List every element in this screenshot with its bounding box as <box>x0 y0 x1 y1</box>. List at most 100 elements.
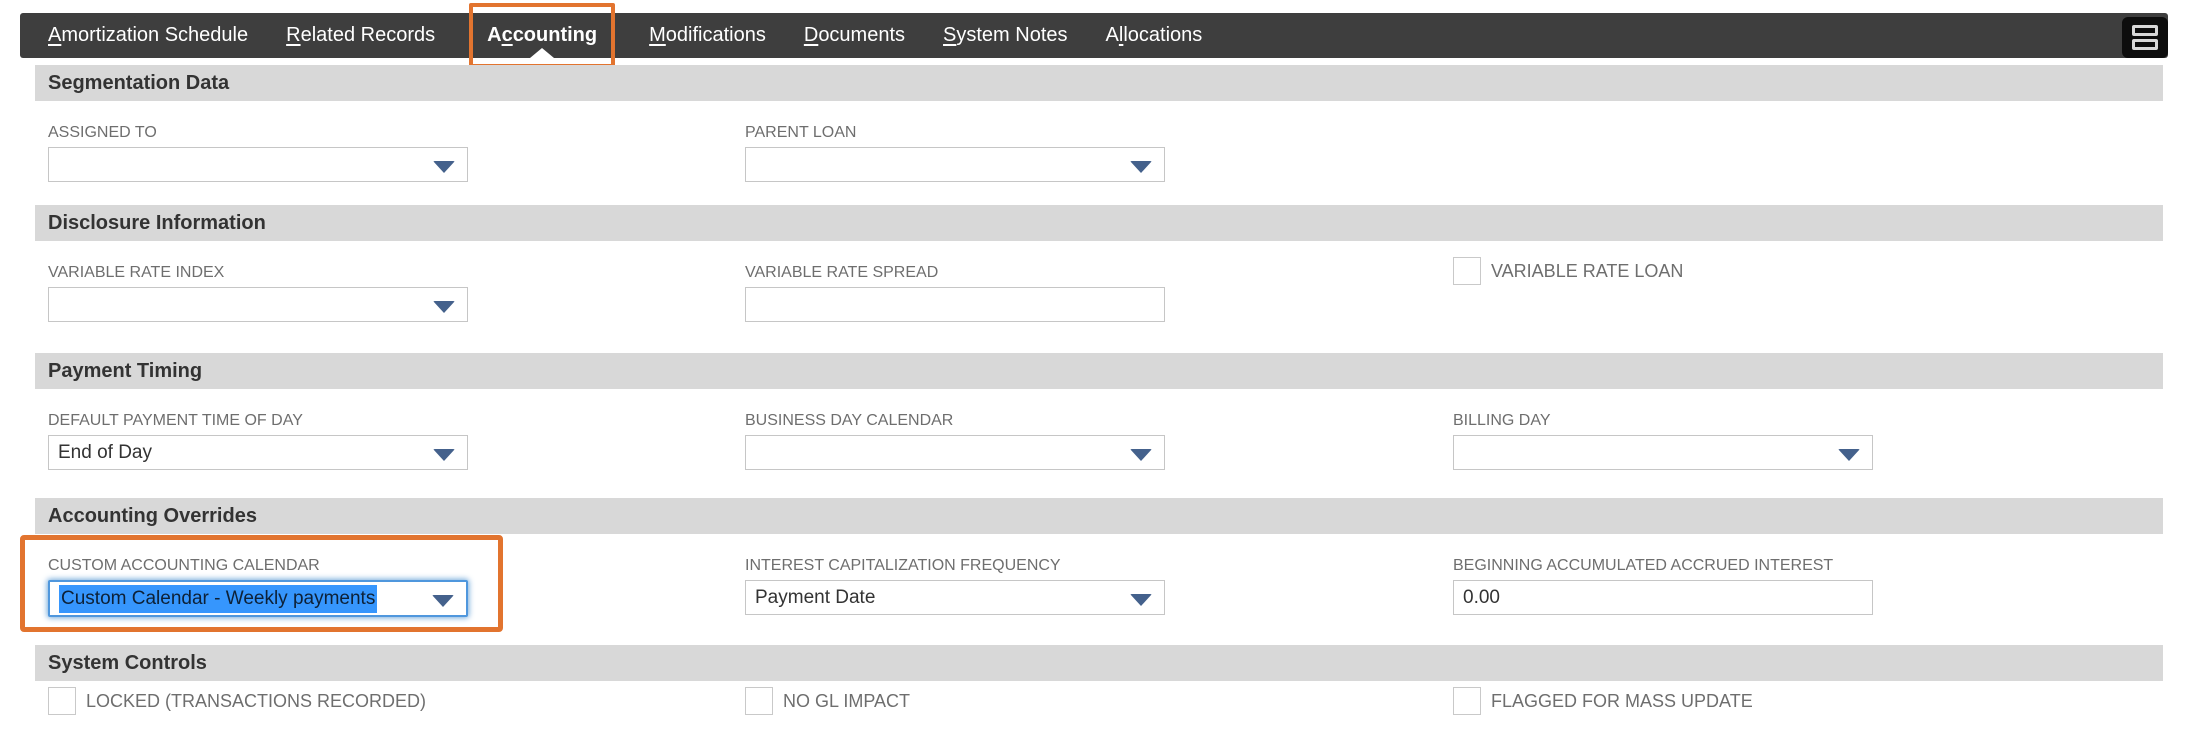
field-beginning-accumulated-accrued-interest: BEGINNING ACCUMULATED ACCRUED INTEREST <box>1453 556 1873 615</box>
custom-accounting-calendar-label: CUSTOM ACCOUNTING CALENDAR <box>48 557 320 574</box>
flagged-for-mass-update-label: FLAGGED FOR MASS UPDATE <box>1491 690 1753 711</box>
section-header-system-controls: System Controls <box>35 645 2163 681</box>
tab-label-part: odifications <box>665 24 766 46</box>
tab-accesskey: R <box>286 24 301 46</box>
section-disclosure-information: Disclosure Information VARIABLE RATE IND… <box>35 205 2163 322</box>
interest-capitalization-frequency-dropdown[interactable]: Payment Date <box>745 580 1165 615</box>
tab-documents[interactable]: Documents <box>804 13 905 58</box>
tab-label-part: elated Records <box>300 24 436 46</box>
tab-label-part: ocuments <box>818 24 906 46</box>
no-gl-impact-label: NO GL IMPACT <box>783 690 911 711</box>
billing-day-dropdown[interactable] <box>1453 435 1873 470</box>
field-custom-accounting-calendar: CUSTOM ACCOUNTING CALENDAR Custom Calend… <box>48 556 468 617</box>
tab-amortization-schedule[interactable]: Amortization Schedule <box>48 13 248 58</box>
beginning-accumulated-accrued-interest-input[interactable] <box>1453 580 1873 615</box>
section-header-payment-timing: Payment Timing <box>35 353 2163 389</box>
assigned-to-dropdown[interactable] <box>48 147 468 182</box>
section-title: Segmentation Data <box>48 71 230 94</box>
checkbox-no-gl-impact[interactable]: NO GL IMPACT <box>745 687 910 715</box>
tab-accesskey: A <box>48 24 62 46</box>
billing-day-label: BILLING DAY <box>1453 412 1551 429</box>
default-payment-time-of-day-value: End of Day <box>58 441 152 463</box>
pane-rect-bottom <box>2132 39 2158 50</box>
payment-timing-field-row: DEFAULT PAYMENT TIME OF DAY End of Day B… <box>35 411 2163 470</box>
checkbox-icon[interactable] <box>1453 257 1481 285</box>
active-tab-caret <box>530 48 555 58</box>
checkbox-locked-transactions-recorded[interactable]: LOCKED (TRANSACTIONS RECORDED) <box>48 687 426 715</box>
tab-accesskey: M <box>649 24 666 46</box>
locked-label: LOCKED (TRANSACTIONS RECORDED) <box>86 690 427 711</box>
section-title: Accounting Overrides <box>48 504 257 527</box>
tab-label-part: ystem Notes <box>956 24 1068 46</box>
section-title: Payment Timing <box>48 359 203 382</box>
chevron-down-icon[interactable] <box>1130 449 1152 461</box>
checkbox-icon[interactable] <box>745 687 773 715</box>
variable-rate-loan-label: VARIABLE RATE LOAN <box>1491 260 1684 281</box>
checkbox-variable-rate-loan[interactable]: VARIABLE RATE LOAN <box>1453 257 1683 285</box>
variable-rate-index-label: VARIABLE RATE INDEX <box>48 264 225 281</box>
business-day-calendar-label: BUSINESS DAY CALENDAR <box>745 412 954 429</box>
assigned-to-label: ASSIGNED TO <box>48 124 157 141</box>
tab-label-part: locations <box>1123 24 1203 46</box>
chevron-down-icon[interactable] <box>433 161 455 173</box>
variable-rate-index-dropdown[interactable] <box>48 287 468 322</box>
chevron-down-icon[interactable] <box>433 449 455 461</box>
segmentation-field-row: ASSIGNED TO PARENT LOAN <box>35 123 2163 182</box>
default-payment-time-of-day-label: DEFAULT PAYMENT TIME OF DAY <box>48 412 303 429</box>
section-system-controls: System Controls LOCKED (TRANSACTIONS REC… <box>35 645 2163 719</box>
tab-label-part: counting <box>512 24 598 46</box>
disclosure-field-row: VARIABLE RATE INDEX VARIABLE RATE SPREAD… <box>35 257 2163 322</box>
tab-accounting[interactable]: Ac counting <box>469 3 616 68</box>
chevron-down-icon[interactable] <box>433 301 455 313</box>
parent-loan-dropdown[interactable] <box>745 147 1165 182</box>
section-header-accounting-overrides: Accounting Overrides <box>35 498 2163 534</box>
loan-record-subtab-page: Amortization Schedule Related Records Ac… <box>0 3 2188 736</box>
business-day-calendar-dropdown[interactable] <box>745 435 1165 470</box>
section-header-segmentation-data: Segmentation Data <box>35 65 2163 101</box>
field-billing-day: BILLING DAY <box>1453 411 1873 470</box>
chevron-down-icon[interactable] <box>1130 161 1152 173</box>
tab-accesskey: D <box>803 24 819 46</box>
accounting-overrides-field-row: CUSTOM ACCOUNTING CALENDAR Custom Calend… <box>35 556 2163 617</box>
stacked-panes-icon[interactable] <box>2122 17 2168 58</box>
custom-accounting-calendar-dropdown[interactable]: Custom Calendar - Weekly payments <box>48 580 468 617</box>
section-segmentation-data: Segmentation Data ASSIGNED TO PARENT LOA… <box>35 65 2163 182</box>
section-title: System Controls <box>48 651 207 674</box>
tab-accesskey: S <box>943 24 957 46</box>
tab-related-records[interactable]: Related Records <box>286 13 435 58</box>
tab-label-part: A <box>487 24 502 46</box>
tab-accesskey: c <box>501 24 513 46</box>
accounting-subtab-content: Segmentation Data ASSIGNED TO PARENT LOA… <box>20 65 2163 719</box>
field-default-payment-time-of-day: DEFAULT PAYMENT TIME OF DAY End of Day <box>48 411 468 470</box>
tab-allocations[interactable]: Al locations <box>1106 13 1203 58</box>
field-parent-loan: PARENT LOAN <box>745 123 1165 182</box>
custom-accounting-calendar-value: Custom Calendar - Weekly payments <box>59 584 378 613</box>
parent-loan-label: PARENT LOAN <box>745 124 857 141</box>
tab-modifications[interactable]: Modifications <box>649 13 766 58</box>
field-variable-rate-spread: VARIABLE RATE SPREAD <box>745 263 1165 322</box>
section-header-disclosure-information: Disclosure Information <box>35 205 2163 241</box>
field-interest-capitalization-frequency: INTEREST CAPITALIZATION FREQUENCY Paymen… <box>745 556 1165 615</box>
variable-rate-spread-input[interactable] <box>745 287 1165 322</box>
section-payment-timing: Payment Timing DEFAULT PAYMENT TIME OF D… <box>35 353 2163 470</box>
record-tab-bar: Amortization Schedule Related Records Ac… <box>20 3 2168 68</box>
field-assigned-to: ASSIGNED TO <box>48 123 468 182</box>
interest-capitalization-frequency-value: Payment Date <box>755 586 876 608</box>
checkbox-flagged-for-mass-update[interactable]: FLAGGED FOR MASS UPDATE <box>1453 687 1753 715</box>
beginning-accumulated-accrued-interest-label: BEGINNING ACCUMULATED ACCRUED INTEREST <box>1453 557 1834 574</box>
tab-system-notes[interactable]: System Notes <box>943 13 1068 58</box>
pane-rect-top <box>2132 25 2158 36</box>
checkbox-icon[interactable] <box>48 687 76 715</box>
field-business-day-calendar: BUSINESS DAY CALENDAR <box>745 411 1165 470</box>
chevron-down-icon[interactable] <box>1130 594 1152 606</box>
checkbox-icon[interactable] <box>1453 687 1481 715</box>
section-title: Disclosure Information <box>48 211 266 234</box>
variable-rate-spread-label: VARIABLE RATE SPREAD <box>745 264 939 281</box>
default-payment-time-of-day-dropdown[interactable]: End of Day <box>48 435 468 470</box>
chevron-down-icon[interactable] <box>432 595 454 607</box>
system-controls-checkbox-row: LOCKED (TRANSACTIONS RECORDED) NO GL IMP… <box>35 687 2163 719</box>
section-accounting-overrides: Accounting Overrides CUSTOM ACCOUNTING C… <box>20 498 2163 632</box>
field-variable-rate-index: VARIABLE RATE INDEX <box>48 263 468 322</box>
chevron-down-icon[interactable] <box>1838 449 1860 461</box>
tab-label-part: mortization Schedule <box>61 24 249 46</box>
